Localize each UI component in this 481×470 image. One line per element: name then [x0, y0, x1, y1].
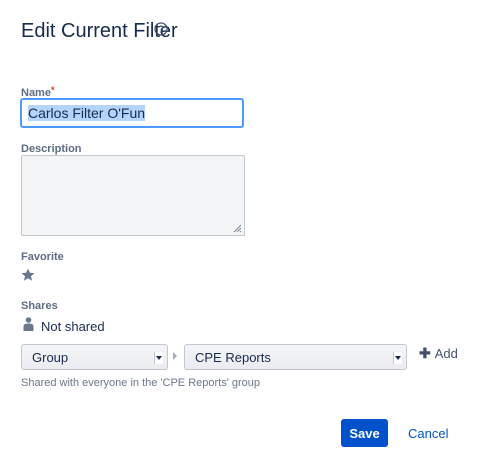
group-value: CPE Reports: [195, 350, 271, 365]
share-status: Not shared: [41, 319, 105, 334]
share-type-value: Group: [32, 350, 69, 365]
group-select[interactable]: CPE Reports: [184, 344, 407, 370]
add-share-button[interactable]: ✚ Add: [419, 345, 458, 362]
description-label: Description: [21, 143, 82, 155]
star-icon[interactable]: [21, 268, 35, 282]
resize-grip-icon[interactable]: [232, 223, 242, 233]
help-circle-icon[interactable]: [154, 22, 168, 36]
name-input[interactable]: Carlos Filter O'Fun: [20, 98, 244, 128]
plus-icon: ✚: [419, 345, 431, 361]
cancel-button[interactable]: Cancel: [408, 426, 448, 441]
required-marker: *: [50, 85, 55, 95]
share-helper-text: Shared with everyone in the 'CPE Reports…: [21, 377, 260, 389]
shares-label: Shares: [21, 300, 58, 312]
favorite-label: Favorite: [21, 251, 64, 263]
description-textarea[interactable]: [21, 155, 245, 236]
chevron-down-icon: [393, 352, 402, 364]
name-input-value: Carlos Filter O'Fun: [28, 105, 146, 121]
save-button[interactable]: Save: [341, 419, 388, 447]
chevron-right-icon: [173, 352, 177, 360]
add-label: Add: [434, 346, 458, 361]
share-type-select[interactable]: Group: [21, 344, 168, 370]
person-icon: [23, 317, 34, 331]
chevron-down-icon: [154, 352, 163, 364]
